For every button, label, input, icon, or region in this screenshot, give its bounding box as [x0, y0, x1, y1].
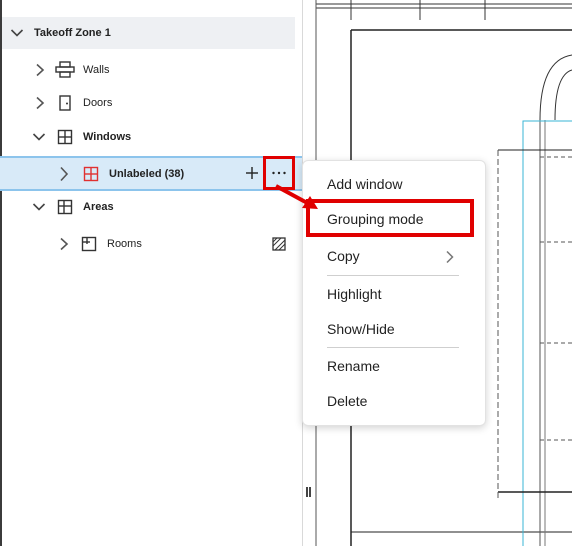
arrow-annotation [275, 184, 318, 209]
